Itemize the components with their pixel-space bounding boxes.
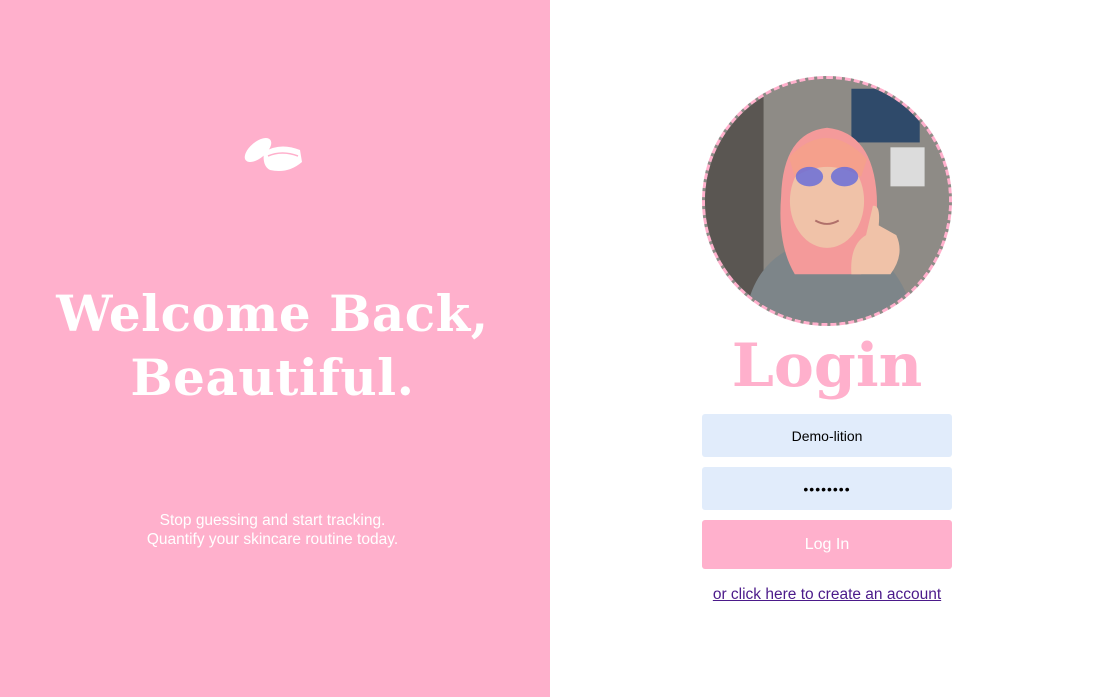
login-button[interactable]: Log In [702, 520, 952, 569]
avatar [702, 76, 952, 326]
skincare-jar-icon [244, 138, 302, 171]
profile-photo [705, 79, 949, 323]
login-panel: Login Log In or click here to create an … [550, 0, 1101, 697]
tagline: Stop guessing and start tracking. Quanti… [0, 511, 545, 549]
headline-line-2: Beautiful. [130, 348, 415, 407]
tagline-line-2: Quantify your skincare routine today. [146, 531, 399, 548]
password-input[interactable] [702, 467, 952, 510]
create-account-link[interactable]: or click here to create an account [677, 585, 977, 605]
welcome-panel: Welcome Back, Beautiful. Stop guessing a… [0, 0, 550, 697]
headline-line-1: Welcome Back, [56, 284, 489, 343]
welcome-headline: Welcome Back, Beautiful. [0, 282, 545, 410]
username-input[interactable] [702, 414, 952, 457]
login-title: Login [731, 331, 923, 401]
tagline-line-1: Stop guessing and start tracking. [159, 512, 386, 529]
